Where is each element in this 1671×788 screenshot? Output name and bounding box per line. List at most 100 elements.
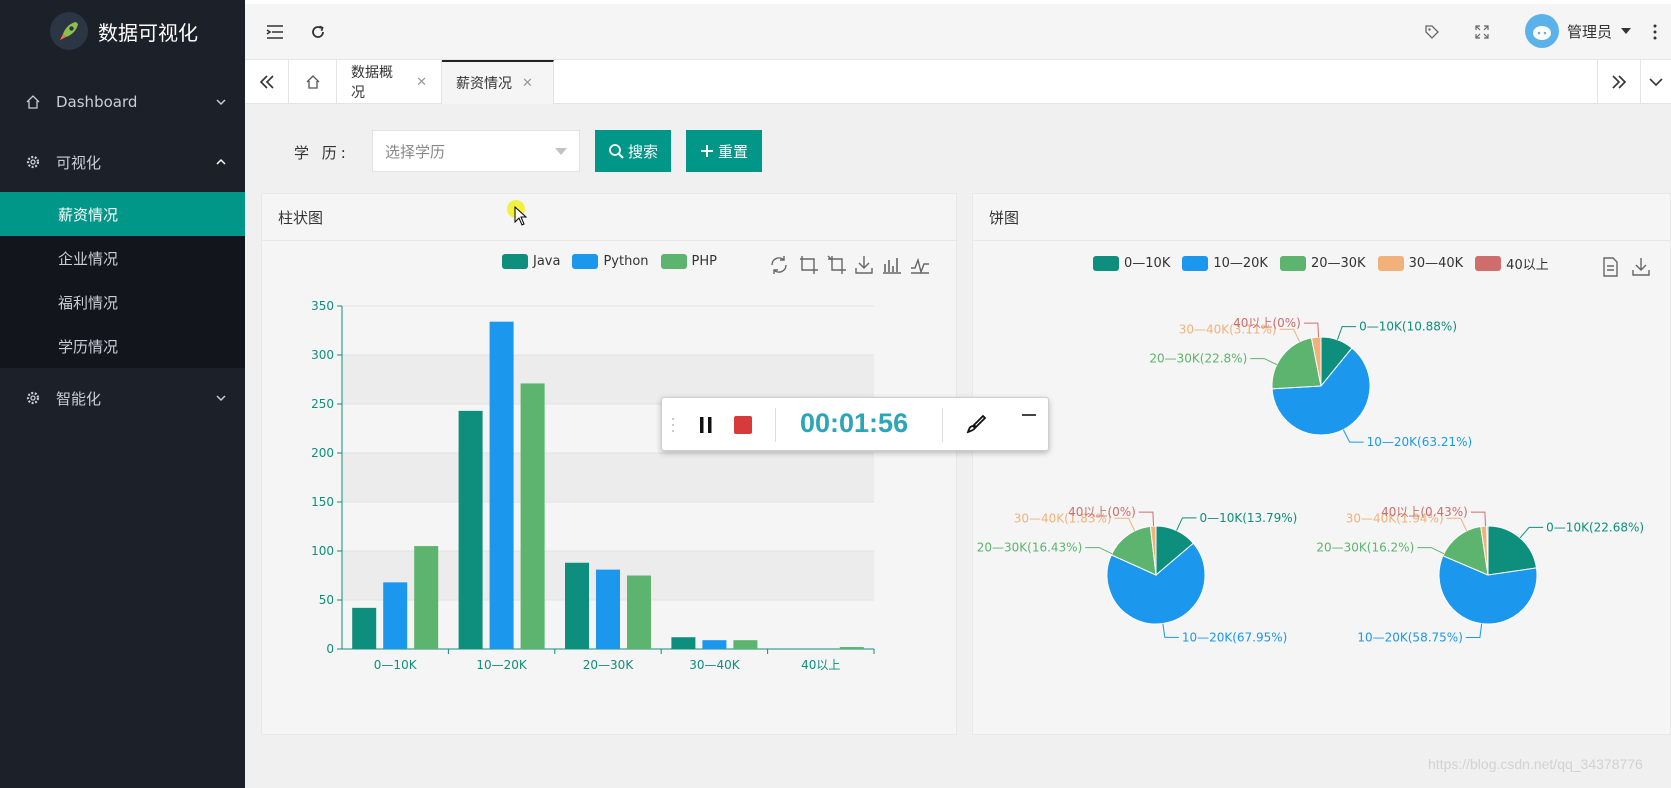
bar-python[interactable] — [383, 582, 408, 649]
bar-java[interactable] — [671, 637, 696, 649]
app-logo[interactable]: 数据可视化 — [0, 0, 245, 62]
sidebar: 数据可视化 Dashboard 可视化 薪资情况 企业情况 福利情况 学历情况 … — [0, 0, 245, 788]
tab-overview[interactable]: 数据概况 ✕ — [337, 60, 442, 104]
more-vertical-icon[interactable] — [1643, 20, 1667, 44]
legend-item-20-30k[interactable]: 20—30K — [1279, 254, 1366, 273]
brush-icon[interactable] — [965, 413, 987, 435]
pie-chart-card: 饼图 0—10K 10—20K 20—30K 30—40K 40以上 0—10K… — [972, 193, 1671, 735]
legend-swatch — [1377, 256, 1404, 271]
education-select[interactable]: 选择学历 — [372, 130, 580, 172]
double-chevron-right-icon — [1612, 75, 1627, 89]
pie-label: 10—20K(63.21%) — [1367, 435, 1473, 449]
chevron-up-icon — [216, 158, 226, 165]
sidebar-item-label: Dashboard — [56, 93, 138, 111]
tabs-scroll-left-button[interactable] — [245, 60, 289, 104]
close-icon[interactable]: ✕ — [522, 76, 533, 91]
restore-icon[interactable] — [771, 256, 787, 274]
pie-label: 0—10K(13.79%) — [1199, 511, 1297, 525]
refresh-icon[interactable] — [306, 20, 330, 44]
sidebar-subitem-education[interactable]: 学历情况 — [0, 324, 245, 368]
bar-python[interactable] — [489, 321, 514, 649]
user-menu[interactable]: 管理员 — [1525, 14, 1632, 48]
bar-php[interactable] — [520, 383, 545, 649]
y-tick-label: 150 — [311, 495, 334, 509]
legend-item-java[interactable]: Java — [502, 254, 560, 269]
legend-swatch — [502, 254, 528, 269]
legend-item-10-20k[interactable]: 10—20K — [1182, 254, 1268, 273]
legend-label: Python — [603, 254, 649, 269]
legend-item-php[interactable]: PHP — [660, 254, 717, 269]
bar-php[interactable] — [733, 640, 758, 649]
drag-handle-icon[interactable] — [670, 416, 676, 434]
submenu-visualization: 薪资情况 企业情况 福利情况 学历情况 — [0, 192, 245, 368]
legend-item-30-40k[interactable]: 30—40K — [1377, 254, 1463, 273]
pie-leader-line — [1519, 526, 1544, 539]
bar-php[interactable] — [414, 546, 439, 649]
home-icon — [306, 75, 319, 89]
bar-php[interactable] — [839, 647, 864, 649]
zoom-back-icon[interactable] — [827, 255, 846, 274]
download-icon[interactable] — [1632, 258, 1650, 276]
legend-label: Java — [533, 254, 561, 269]
legend-item-40-plus[interactable]: 40以上 — [1475, 254, 1549, 273]
tab-home[interactable] — [289, 60, 337, 104]
pie-label: 0—10K(22.68%) — [1546, 520, 1644, 534]
bar-python[interactable] — [596, 569, 620, 649]
y-tick-label: 200 — [311, 446, 334, 460]
pie-label: 10—20K(67.95%) — [1182, 630, 1288, 644]
fullscreen-icon[interactable] — [1470, 20, 1494, 44]
bar-python[interactable] — [702, 640, 727, 649]
legend-item-0-10k[interactable]: 0—10K — [1093, 254, 1170, 273]
sidebar-item-visualization[interactable]: 可视化 — [0, 132, 245, 192]
sidebar-subitem-salary[interactable]: 薪资情况 — [0, 192, 245, 236]
line-chart-icon[interactable] — [911, 257, 929, 275]
pie-leader-line — [1417, 547, 1445, 555]
tabs-scroll-right-button[interactable] — [1597, 60, 1641, 104]
reset-button[interactable]: 重置 — [686, 130, 762, 172]
tab-salary[interactable]: 薪资情况 ✕ — [442, 60, 554, 104]
tag-icon[interactable] — [1420, 20, 1444, 44]
legend-swatch — [1093, 256, 1119, 271]
bar-java[interactable] — [565, 562, 589, 649]
sidebar-subitem-company[interactable]: 企业情况 — [0, 236, 245, 280]
chevron-down-icon — [1649, 78, 1663, 87]
sidebar-item-intelligence[interactable]: 智能化 — [0, 368, 245, 428]
legend-swatch — [1475, 256, 1502, 271]
pie-leader-line — [1176, 517, 1197, 531]
y-tick-label: 50 — [319, 593, 334, 607]
y-tick-label: 300 — [311, 348, 334, 362]
sidebar-item-dashboard[interactable]: Dashboard — [0, 72, 245, 132]
legend-swatch — [1182, 256, 1209, 271]
search-button[interactable]: 搜索 — [595, 130, 671, 172]
minimize-icon[interactable] — [1022, 414, 1036, 416]
bar-chart-icon[interactable] — [883, 258, 901, 274]
pie-label: 0—10K(10.88%) — [1359, 320, 1457, 334]
close-icon[interactable]: ✕ — [416, 75, 427, 90]
grid-band — [342, 453, 874, 502]
bar-php[interactable] — [627, 575, 651, 650]
screen-recorder-widget: 00:01:56 — [661, 397, 1049, 451]
chevron-down-icon — [216, 395, 226, 402]
user-name: 管理员 — [1567, 22, 1613, 41]
download-icon[interactable] — [855, 256, 873, 274]
pie-leader-line — [1470, 511, 1487, 527]
tabs-dropdown-button[interactable] — [1641, 60, 1671, 104]
divider — [942, 408, 943, 442]
stop-icon[interactable] — [733, 415, 753, 435]
zoom-icon[interactable] — [800, 256, 818, 274]
pie-legend: 0—10K 10—20K 20—30K 30—40K 40以上 — [1093, 254, 1549, 273]
sidebar-subitem-welfare[interactable]: 福利情况 — [0, 280, 245, 324]
bar-java[interactable] — [458, 410, 483, 649]
data-view-icon[interactable] — [1603, 257, 1618, 277]
pause-icon[interactable] — [696, 415, 716, 435]
pie-toolbox — [1603, 257, 1650, 277]
bar-java[interactable] — [352, 607, 377, 649]
menu-toggle-icon[interactable] — [263, 20, 287, 44]
y-tick-label: 100 — [311, 544, 334, 558]
pie-slice[interactable] — [1487, 525, 1538, 576]
legend-item-python[interactable]: Python — [572, 254, 649, 269]
double-chevron-left-icon — [259, 75, 274, 89]
pie-label: 40以上(0%) — [1233, 316, 1301, 330]
tab-label: 薪资情况 — [456, 76, 512, 92]
sidebar-item-label: 智能化 — [56, 389, 102, 408]
